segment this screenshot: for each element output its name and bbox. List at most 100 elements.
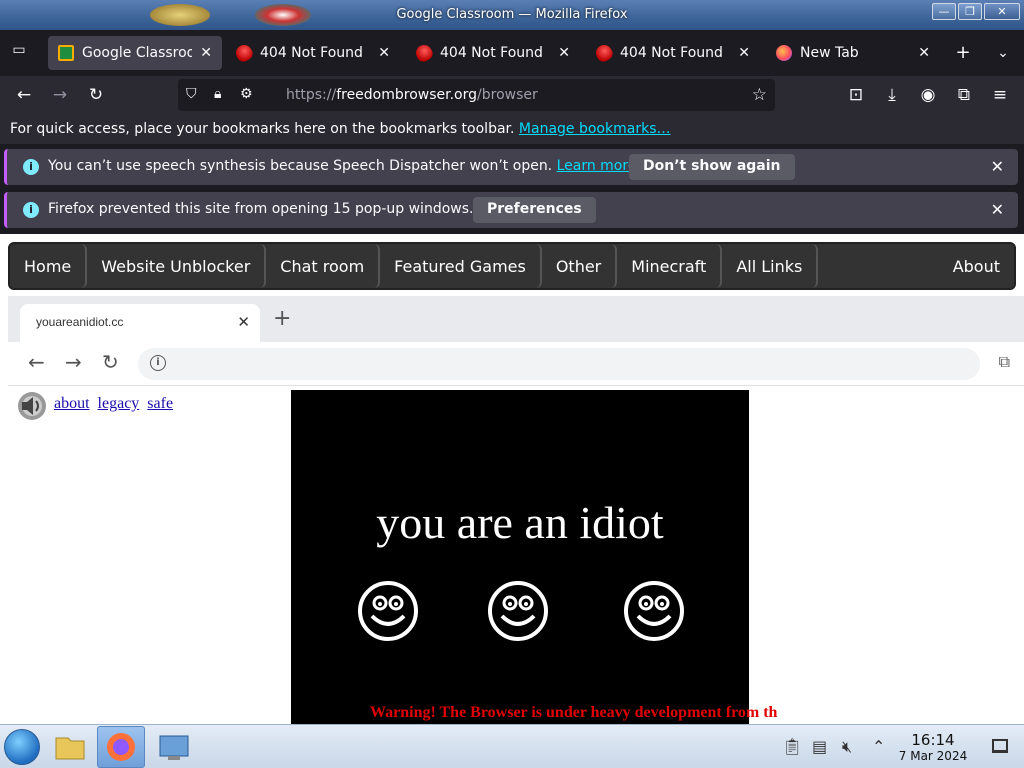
rocket-icon [233,42,255,64]
tab-404-2[interactable]: 404 Not Found ✕ [406,36,580,70]
warning-text: Warning! The Browser is under heavy deve… [370,704,778,721]
about-link[interactable]: about [54,395,90,412]
inner-close-tab-icon[interactable]: ✕ [237,313,250,331]
close-icon[interactable]: ✕ [991,157,1004,176]
firefox-taskbar-icon[interactable] [97,726,145,768]
account-icon[interactable]: ◉ [916,84,940,106]
start-menu-icon[interactable] [4,729,40,765]
smiley-icon [358,581,418,641]
nav-toolbar: ← → ↻ ⛉ 🔒︎ ⚙ https://freedombrowser.org/… [0,76,1024,114]
tab-label: New Tab [800,45,859,61]
close-tab-icon[interactable]: ✕ [738,45,750,61]
inner-reload-icon[interactable]: ↻ [102,350,119,374]
rocket-icon [413,42,435,64]
classroom-icon [58,45,74,61]
new-tab-button[interactable]: + [952,42,974,64]
banner-text: you are an idiot [376,497,664,548]
nav-minecraft[interactable]: Minecraft [617,244,723,288]
pocket-icon[interactable]: ⊡ [844,84,868,106]
inner-page: about legacy safe you are an idiot Warni… [0,386,1024,724]
tab-strip: ▭ Google Classroom ✕ 404 Not Found ✕ 404… [0,30,1024,76]
file-manager-icon[interactable] [46,726,94,768]
info-icon: i [23,159,39,175]
volume-muted-icon[interactable]: 🔇︎ [842,737,852,757]
nav-all-links[interactable]: All Links [722,244,819,288]
nav-home[interactable]: Home [10,244,88,288]
back-icon[interactable]: ← [12,84,36,106]
nav-other[interactable]: Other [542,244,618,288]
legacy-link[interactable]: legacy [98,395,140,412]
tray-expand-icon[interactable]: ⌃ [872,737,885,756]
smiley-icon [624,581,684,641]
info-icon[interactable]: i [150,355,166,371]
speech-notification-bar: i You can’t use speech synthesis because… [4,149,1018,185]
notification-message: Firefox prevented this site from opening… [48,201,474,217]
bookmark-star-icon[interactable]: ☆ [752,85,767,105]
list-all-tabs-icon[interactable]: ⌄ [992,42,1014,64]
extensions-icon[interactable]: ⧉ [952,84,976,106]
smiley-icon [488,581,548,641]
tab-label: 404 Not Found [620,45,723,61]
clock-date: 7 Mar 2024 [898,749,968,763]
idiot-banner: you are an idiot [291,390,749,724]
inner-address-bar[interactable]: i [138,348,980,380]
menu-icon[interactable]: ≡ [988,84,1012,106]
url-text[interactable]: https://freedombrowser.org/browser [286,87,538,103]
maximize-button[interactable]: ❐ [958,3,982,20]
tracking-protection-icon[interactable]: ⛉ [186,86,197,102]
tab-new-tab[interactable]: New Tab ✕ [766,36,940,70]
window-title: Google Classroom — Mozilla Firefox [396,7,628,22]
preferences-button[interactable]: Preferences [473,197,596,223]
nav-featured-games[interactable]: Featured Games [380,244,542,288]
inner-tab-strip: youareanidiot.cc ✕ + [8,296,1024,342]
page-content: Home Website Unblocker Chat room Feature… [0,234,1024,724]
clock[interactable]: 16:14 7 Mar 2024 [898,731,968,763]
speaker-icon[interactable] [16,390,48,422]
close-icon[interactable]: ✕ [991,200,1004,219]
close-tab-icon[interactable]: ✕ [558,45,570,61]
bookmarks-hint: For quick access, place your bookmarks h… [10,121,515,137]
nav-about[interactable]: About [939,244,1014,288]
url-bar[interactable]: ⛉ 🔒︎ ⚙ https://freedombrowser.org/browse… [178,79,775,111]
tab-404-1[interactable]: 404 Not Found ✕ [226,36,400,70]
dont-show-again-button[interactable]: Don’t show again [629,154,795,180]
permissions-icon[interactable]: ⚙ [240,86,253,102]
downloads-icon[interactable]: ⤓ [880,84,904,106]
clipboard-icon[interactable]: 📋︎ [782,737,802,756]
open-external-icon[interactable]: ⧉ [999,352,1010,372]
inner-forward-icon[interactable]: → [65,350,82,374]
reload-icon[interactable]: ↻ [84,84,108,106]
site-navbar: Home Website Unblocker Chat room Feature… [8,242,1016,290]
tab-label: 404 Not Found [440,45,543,61]
inner-new-tab-button[interactable]: + [273,306,291,331]
nav-chat-room[interactable]: Chat room [266,244,381,288]
notes-icon[interactable]: ▤ [812,737,827,756]
inner-back-icon[interactable]: ← [28,350,45,374]
system-settings-icon[interactable] [150,726,198,768]
lock-icon[interactable]: 🔒︎ [214,86,221,102]
inner-tab[interactable]: youareanidiot.cc ✕ [20,304,260,342]
close-tab-icon[interactable]: ✕ [378,45,390,61]
minimize-button[interactable]: — [932,3,956,20]
forward-icon[interactable]: → [48,84,72,106]
manage-bookmarks-link[interactable]: Manage bookmarks… [519,121,671,137]
inner-tab-title: youareanidiot.cc [36,315,124,329]
url-path: /browser [477,87,538,103]
close-tab-icon[interactable]: ✕ [918,45,930,61]
close-tab-icon[interactable]: ✕ [200,45,212,61]
clock-time: 16:14 [911,731,955,749]
tab-google-classroom[interactable]: Google Classroom ✕ [48,36,222,70]
tab-label: 404 Not Found [260,45,363,61]
url-protocol: https:// [286,87,337,103]
tab-label: Google Classroom [82,45,193,61]
url-host: freedombrowser.org [336,87,478,103]
nav-website-unblocker[interactable]: Website Unblocker [87,244,267,288]
firefox-view-icon[interactable]: ▭ [8,42,30,64]
show-desktop-icon[interactable] [992,739,1008,753]
taskbar: 📋︎ ▤ 🔇︎ ⌃ 16:14 7 Mar 2024 [0,724,1024,768]
learn-more-link[interactable]: Learn more [557,158,637,174]
safe-link[interactable]: safe [147,395,173,412]
rocket-icon [593,42,615,64]
tab-404-3[interactable]: 404 Not Found ✕ [586,36,760,70]
close-window-button[interactable]: ✕ [984,3,1020,20]
